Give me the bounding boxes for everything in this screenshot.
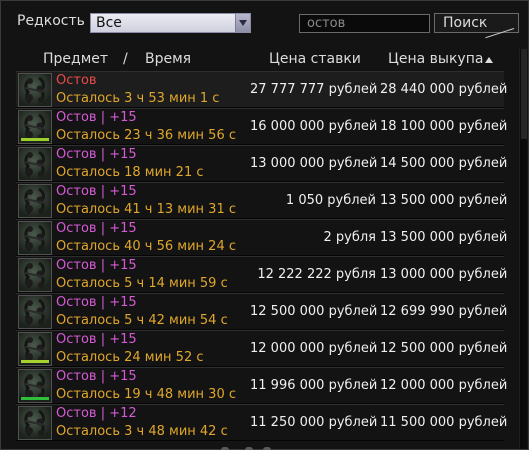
table-row[interactable]: Остов Осталось 3 ч 53 мин 1 с 27 777 777… — [16, 71, 508, 108]
time-remaining: Осталось 40 ч 56 мин 24 с — [56, 239, 236, 254]
bid-price: 16 000 000 рублей — [250, 119, 378, 134]
bones-icon[interactable] — [18, 221, 52, 255]
table-row[interactable]: Остов | +15 Осталось 40 ч 56 мин 24 с 2 … — [16, 219, 508, 256]
time-remaining: Осталось 3 ч 48 мин 42 с — [56, 424, 228, 439]
bid-price: 1 050 рублей — [285, 193, 376, 208]
buyout-price: 13 500 000 рублей — [380, 230, 508, 245]
buyout-price: 18 100 000 рублей — [380, 119, 508, 134]
bones-icon[interactable] — [18, 73, 52, 107]
time-remaining: Осталось 23 ч 36 мин 56 с — [56, 128, 236, 143]
column-header-time[interactable]: Время — [145, 51, 191, 67]
buyout-price: 13 000 000 рублей — [380, 267, 508, 282]
bid-price: 12 222 222 рубля — [257, 267, 376, 282]
rarity-label: Редкость — [17, 13, 85, 29]
search-button-label: Поиск — [443, 15, 488, 31]
item-name: Остов | +15 — [56, 184, 137, 199]
time-remaining: Осталось 19 ч 48 мин 30 с — [56, 387, 236, 402]
item-name: Остов | +15 — [56, 369, 137, 384]
item-name: Остов | +15 — [56, 147, 137, 162]
auction-window: Редкость Все Поиск Предмет / Время Цена … — [0, 0, 529, 450]
column-header-item[interactable]: Предмет — [43, 51, 108, 67]
buyout-price: 12 000 000 рублей — [380, 378, 508, 393]
bones-icon[interactable] — [18, 369, 52, 403]
bid-price: 2 рубля — [323, 230, 377, 245]
table-row[interactable]: Остов | +15 Осталось 18 мин 21 с 13 000 … — [16, 145, 508, 182]
column-header-buyout-price[interactable]: Цена выкупа — [388, 51, 483, 67]
buyout-price: 28 440 000 рублей — [380, 82, 508, 97]
buyout-price: 12 699 990 рублей — [380, 304, 508, 319]
bid-price: 11 250 000 рублей — [250, 415, 378, 430]
item-name: Остов | +15 — [56, 258, 137, 273]
table-row[interactable]: Остов | +15 Осталось 19 ч 48 мин 30 с 11… — [16, 367, 508, 404]
time-remaining: Осталось 3 ч 53 мин 1 с — [56, 91, 220, 106]
item-name: Остов | +15 — [56, 332, 137, 347]
bones-icon[interactable] — [18, 258, 52, 292]
table-row[interactable]: Остов | +12 Осталось 3 ч 48 мин 42 с 11 … — [16, 404, 508, 441]
item-name: Остов | +12 — [56, 406, 137, 421]
filter-bar: Редкость Все Поиск — [1, 1, 529, 45]
bones-icon[interactable] — [18, 332, 52, 366]
column-header-separator: / — [123, 51, 128, 67]
item-name: Остов | +15 — [56, 221, 137, 236]
item-name: Остов — [56, 73, 97, 88]
buyout-price: 11 500 000 рублей — [380, 415, 508, 430]
time-remaining: Осталось 18 мин 21 с — [56, 165, 204, 180]
bones-icon[interactable] — [18, 147, 52, 181]
buyout-price: 14 500 000 рублей — [380, 156, 508, 171]
rarity-selected-value: Все — [96, 15, 122, 31]
sort-ascending-icon[interactable] — [485, 57, 493, 63]
bid-price: 11 996 000 рублей — [250, 378, 378, 393]
bones-icon[interactable] — [18, 295, 52, 329]
scrollbar-thumb[interactable] — [521, 49, 527, 139]
time-remaining: Осталось 41 ч 13 мин 31 с — [56, 202, 236, 217]
item-name: Остов | +15 — [56, 110, 137, 125]
chevron-down-icon[interactable] — [235, 14, 250, 32]
auction-list: Остов Осталось 3 ч 53 мин 1 с 27 777 777… — [16, 71, 508, 441]
bid-price: 13 000 000 рублей — [250, 156, 378, 171]
bid-price: 12 500 000 рублей — [250, 304, 378, 319]
table-row[interactable]: Остов | +15 Осталось 5 ч 42 мин 54 с 12 … — [16, 293, 508, 330]
bid-price: 27 777 777 рублей — [250, 82, 378, 97]
bones-icon[interactable] — [18, 110, 52, 144]
bones-icon[interactable] — [18, 406, 52, 440]
search-button[interactable]: Поиск — [434, 13, 519, 33]
table-row[interactable]: Остов | +15 Осталось 24 мин 52 с 12 000 … — [16, 330, 508, 367]
time-remaining: Осталось 5 ч 42 мин 54 с — [56, 313, 228, 328]
rarity-select[interactable]: Все — [90, 13, 251, 33]
time-remaining: Осталось 24 мин 52 с — [56, 350, 204, 365]
table-row[interactable]: Остов | +15 Осталось 41 ч 13 мин 31 с 1 … — [16, 182, 508, 219]
buyout-price: 12 500 000 рублей — [380, 341, 508, 356]
bones-icon[interactable] — [18, 184, 52, 218]
time-remaining: Осталось 5 ч 14 мин 59 с — [56, 276, 228, 291]
table-header: Предмет / Время Цена ставки Цена выкупа — [11, 49, 519, 71]
buyout-price: 13 500 000 рублей — [380, 193, 508, 208]
column-header-bid-price[interactable]: Цена ставки — [269, 51, 361, 67]
table-row[interactable]: Остов | +15 Осталось 5 ч 14 мин 59 с 12 … — [16, 256, 508, 293]
item-name: Остов | +15 — [56, 295, 137, 310]
scrollbar[interactable] — [519, 49, 527, 449]
search-input[interactable] — [299, 14, 430, 33]
bid-price: 12 000 000 рублей — [250, 341, 378, 356]
table-row[interactable]: Остов | +15 Осталось 23 ч 36 мин 56 с 16… — [16, 108, 508, 145]
